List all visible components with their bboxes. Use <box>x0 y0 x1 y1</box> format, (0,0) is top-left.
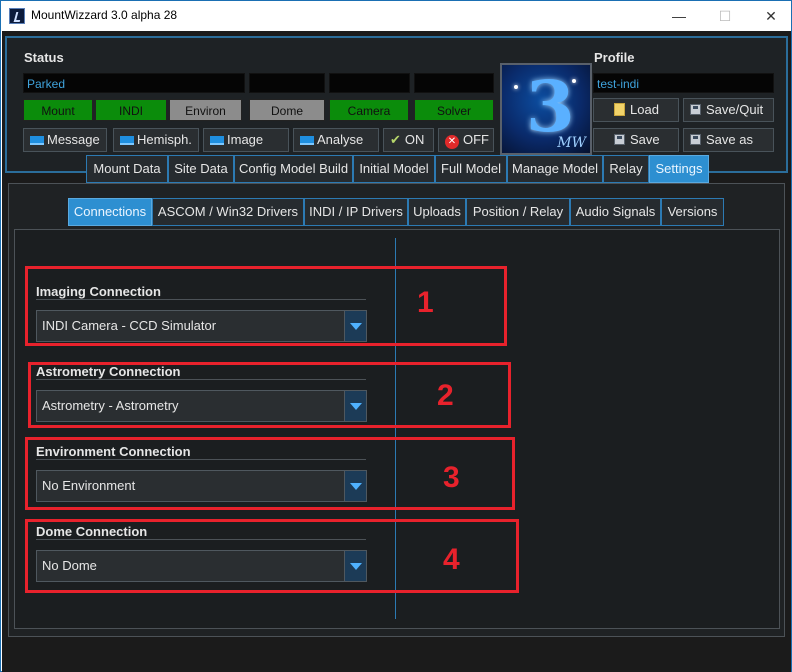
save-as-label: Save as <box>706 132 753 147</box>
subtab-indi-drivers[interactable]: INDI / IP Drivers <box>304 198 408 226</box>
dome-indicator: Dome <box>249 99 325 121</box>
analyse-label: Analyse <box>317 132 364 147</box>
app-window: MountWizzard 3.0 alpha 28 — ☐ ✕ Status P… <box>0 0 792 672</box>
status-field-3 <box>329 73 410 93</box>
environ-indicator: Environ <box>169 99 242 121</box>
save-icon <box>614 134 625 145</box>
off-label: OFF <box>463 132 489 147</box>
logo-sub: MW <box>557 135 586 151</box>
maximize-button[interactable]: ☐ <box>702 1 748 31</box>
status-field-4 <box>414 73 494 93</box>
tab-mount-data[interactable]: Mount Data <box>86 155 168 183</box>
solver-indicator: Solver <box>414 99 494 121</box>
mount-indicator: Mount <box>23 99 93 121</box>
tab-config-model-build[interactable]: Config Model Build <box>234 155 353 183</box>
title-bar: MountWizzard 3.0 alpha 28 — ☐ ✕ <box>1 1 791 31</box>
on-label: ON <box>404 132 425 147</box>
indi-indicator: INDI <box>95 99 167 121</box>
on-button[interactable]: ✔ ON <box>383 128 434 152</box>
file-icon <box>614 103 625 116</box>
minimize-button[interactable]: — <box>656 1 702 31</box>
status-heading: Status <box>24 50 64 65</box>
load-label: Load <box>630 102 659 117</box>
off-button[interactable]: ✕ OFF <box>438 128 494 152</box>
status-field-2 <box>249 73 325 93</box>
analyse-button[interactable]: Analyse <box>293 128 379 152</box>
save-quit-label: Save/Quit <box>706 102 764 117</box>
annotation-number-4: 4 <box>443 543 460 576</box>
tab-relay[interactable]: Relay <box>603 155 649 183</box>
subtab-versions[interactable]: Versions <box>661 198 724 226</box>
monitor-icon <box>210 136 224 145</box>
app-icon <box>9 8 25 24</box>
tab-site-data[interactable]: Site Data <box>168 155 234 183</box>
profile-heading: Profile <box>594 50 635 65</box>
annotation-number-3: 3 <box>443 461 460 494</box>
subtab-uploads[interactable]: Uploads <box>408 198 466 226</box>
header-panel: Status Parked Mount INDI Environ Dome Ca… <box>5 36 788 173</box>
camera-indicator: Camera <box>329 99 409 121</box>
message-label: Message <box>47 132 100 147</box>
profile-name-field[interactable]: test-indi <box>593 73 774 93</box>
status-state-field: Parked <box>23 73 245 93</box>
hemisph-button[interactable]: Hemisph. <box>113 128 199 152</box>
tab-initial-model[interactable]: Initial Model <box>353 155 435 183</box>
tab-settings[interactable]: Settings <box>649 155 709 183</box>
image-button[interactable]: Image <box>203 128 289 152</box>
tab-manage-model[interactable]: Manage Model <box>507 155 603 183</box>
app-logo: 3 MW <box>500 63 592 155</box>
save-icon <box>690 134 701 145</box>
save-label: Save <box>630 132 660 147</box>
save-icon <box>690 104 701 115</box>
annotation-number-1: 1 <box>417 286 434 319</box>
subtab-connections[interactable]: Connections <box>68 198 152 226</box>
subtab-audio-signals[interactable]: Audio Signals <box>570 198 661 226</box>
save-as-button[interactable]: Save as <box>683 128 774 152</box>
image-label: Image <box>227 132 264 147</box>
subtab-position-relay[interactable]: Position / Relay <box>466 198 570 226</box>
monitor-icon <box>300 136 314 145</box>
subtab-ascom-drivers[interactable]: ASCOM / Win32 Drivers <box>152 198 304 226</box>
check-icon: ✔ <box>390 132 401 147</box>
monitor-icon <box>120 136 134 145</box>
star-icon <box>514 85 518 89</box>
close-button[interactable]: ✕ <box>748 1 792 31</box>
annotation-number-2: 2 <box>437 379 454 412</box>
monitor-icon <box>30 136 44 145</box>
window-title: MountWizzard 3.0 alpha 28 <box>31 8 178 22</box>
load-button[interactable]: Load <box>593 98 679 122</box>
tab-full-model[interactable]: Full Model <box>435 155 507 183</box>
annotation-box-1 <box>25 266 507 346</box>
hemisph-label: Hemisph. <box>137 132 192 147</box>
message-button[interactable]: Message <box>23 128 107 152</box>
save-quit-button[interactable]: Save/Quit <box>683 98 774 122</box>
save-button[interactable]: Save <box>593 128 679 152</box>
annotation-box-3 <box>25 437 515 510</box>
close-circle-icon: ✕ <box>445 135 459 149</box>
